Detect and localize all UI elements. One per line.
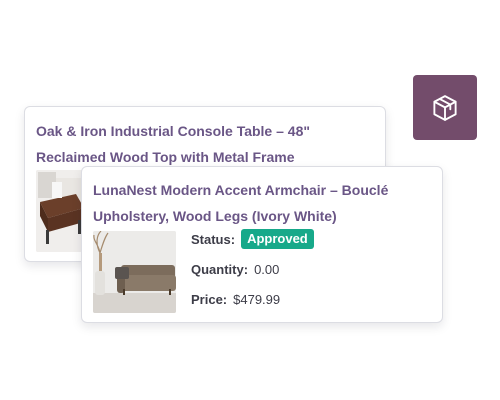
quantity-label: Quantity: bbox=[191, 261, 249, 277]
quantity-row: Quantity: 0.00 bbox=[191, 259, 314, 279]
product-title[interactable]: Oak & Iron Industrial Console Table – 48… bbox=[36, 118, 366, 170]
product-details: Status: Approved Quantity: 0.00 Price: $… bbox=[191, 229, 314, 319]
price-row: Price: $479.99 bbox=[191, 289, 314, 309]
status-label: Status: bbox=[191, 231, 236, 247]
product-thumbnail bbox=[36, 170, 86, 252]
package-box-icon bbox=[433, 94, 457, 121]
product-box-button[interactable] bbox=[413, 75, 477, 140]
status-badge: Approved bbox=[241, 229, 314, 249]
price-value: $479.99 bbox=[233, 291, 281, 307]
product-approval-stage: Oak & Iron Industrial Console Table – 48… bbox=[0, 0, 500, 400]
product-thumbnail bbox=[93, 231, 176, 313]
quantity-value: 0.00 bbox=[254, 261, 280, 277]
price-label: Price: bbox=[191, 291, 228, 307]
status-row: Status: Approved bbox=[191, 229, 314, 249]
product-card-accent-armchair[interactable]: LunaNest Modern Accent Armchair – Bouclé… bbox=[81, 166, 443, 323]
product-title[interactable]: LunaNest Modern Accent Armchair – Bouclé… bbox=[93, 177, 423, 229]
sofa-image bbox=[93, 231, 176, 313]
console-table-image bbox=[36, 170, 86, 252]
